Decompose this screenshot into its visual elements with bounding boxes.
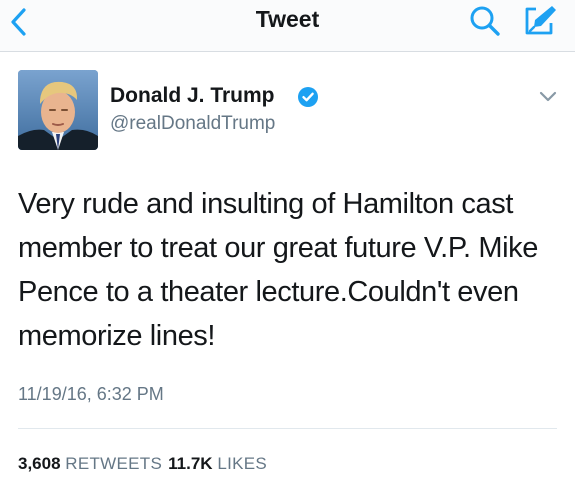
retweets-count: 3,608 bbox=[18, 454, 61, 473]
likes-stat[interactable]: 11.7K LIKES bbox=[168, 454, 267, 473]
retweets-label: RETWEETS bbox=[65, 454, 163, 473]
top-nav-bar: Tweet bbox=[0, 0, 575, 52]
verified-badge-icon bbox=[298, 87, 318, 107]
search-button[interactable] bbox=[468, 4, 502, 38]
compose-icon bbox=[525, 6, 556, 35]
tweet-timestamp[interactable]: 11/19/16, 6:32 PM bbox=[18, 384, 164, 405]
likes-count: 11.7K bbox=[168, 454, 213, 473]
retweets-stat[interactable]: 3,608 RETWEETS bbox=[18, 454, 162, 473]
tweet-options-button[interactable] bbox=[534, 84, 562, 108]
divider bbox=[18, 428, 557, 429]
chevron-down-icon bbox=[539, 91, 557, 102]
author-handle[interactable]: @realDonaldTrump bbox=[110, 113, 275, 135]
avatar[interactable] bbox=[18, 70, 98, 150]
search-icon bbox=[470, 6, 500, 36]
author-photo bbox=[18, 70, 98, 150]
tweet-text: Very rude and insulting of Hamilton cast… bbox=[18, 188, 538, 352]
compose-button[interactable] bbox=[522, 3, 558, 39]
tweet-stats: 3,608 RETWEETS 11.7K LIKES bbox=[18, 454, 267, 474]
likes-label: LIKES bbox=[217, 454, 268, 473]
author-name[interactable]: Donald J. Trump bbox=[110, 84, 275, 108]
